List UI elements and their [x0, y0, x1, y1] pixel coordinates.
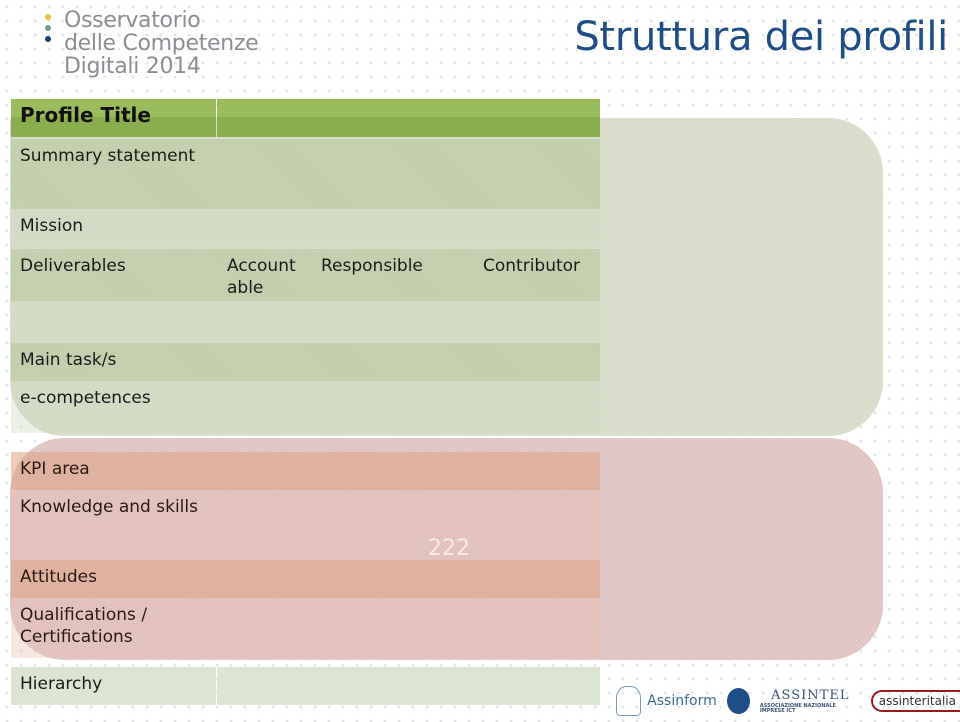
accountable-label-2: able [227, 278, 264, 298]
assintel-name: ASSINTEL [771, 687, 850, 703]
blue-dot-icon [45, 36, 51, 42]
assinteritalia-label: assinteritalia [878, 694, 956, 708]
table-row-qualifications: Qualifications / Certifications [11, 598, 600, 658]
contributor-label: Contributor [483, 256, 581, 276]
logo-line-2: delle Competenze [64, 31, 259, 56]
accountable-label-1: Account [227, 256, 296, 276]
table-row-e-competences: e-competences [11, 381, 600, 433]
kpi-area-label: KPI area [20, 459, 90, 479]
footer-logos: Assinform ASSINTEL ASSOCIAZIONE NAZIONAL… [616, 686, 960, 716]
page-watermark: 222 [428, 536, 470, 561]
hierarchy-label: Hierarchy [20, 674, 103, 694]
logo-line-1: Osservatorio [64, 8, 201, 33]
profile-title-label: Profile Title [20, 103, 151, 127]
responsible-label: Responsible [321, 256, 423, 276]
summary-statement-label: Summary statement [20, 146, 196, 166]
table-row-attitudes: Attitudes [11, 560, 600, 598]
osservatorio-logo: Osservatorio delle Competenze Digitali 2… [64, 8, 259, 79]
knowledge-skills-label: Knowledge and skills [20, 497, 198, 517]
table-row-mission: Mission [11, 209, 600, 247]
table-row-main-tasks: Main task/s [11, 343, 600, 381]
mission-label: Mission [20, 216, 84, 236]
hierarchy-label-cell: Hierarchy [11, 667, 216, 705]
qualifications-label-2: Certifications [20, 627, 133, 647]
table-row-knowledge-skills: Knowledge and skills [11, 490, 600, 560]
logo-line-3: Digitali 2014 [64, 54, 201, 79]
deliverables-label: Deliverables [20, 256, 126, 276]
table-header-row: Profile Title [11, 99, 600, 137]
table-row-deliverables: Deliverables Account able Responsible Co… [11, 249, 600, 301]
header-value-cell [217, 99, 600, 137]
table-row-hierarchy: Hierarchy [11, 667, 600, 705]
table-row-kpi-area: KPI area [11, 452, 600, 490]
eagle-logo-icon [726, 688, 750, 714]
contributor-cell: Contributor [475, 249, 600, 301]
assinform-logo-icon [616, 686, 642, 716]
table-row-empty [11, 301, 600, 343]
qualifications-label-1: Qualifications / [20, 605, 148, 625]
header-label-cell: Profile Title [11, 99, 216, 137]
yellow-dot-icon [45, 14, 51, 20]
assinteritalia-logo: assinteritalia [870, 690, 960, 712]
assintel-logo: ASSINTEL ASSOCIAZIONE NAZIONALE IMPRESE … [760, 689, 861, 714]
slide-title: Struttura dei profili [574, 14, 948, 60]
e-competences-label: e-competences [20, 388, 151, 408]
accountable-cell: Account able [219, 249, 311, 301]
green-dot-icon [45, 25, 51, 31]
assinform-label: Assinform [647, 693, 717, 709]
assintel-subtitle: ASSOCIAZIONE NAZIONALE IMPRESE ICT [759, 702, 836, 714]
hierarchy-value-cell [217, 667, 600, 705]
logo-dots [45, 14, 53, 47]
responsible-cell: Responsible [313, 249, 473, 301]
table-row-summary: Summary statement [11, 139, 600, 209]
main-tasks-label: Main task/s [20, 350, 117, 370]
attitudes-label: Attitudes [20, 567, 97, 587]
